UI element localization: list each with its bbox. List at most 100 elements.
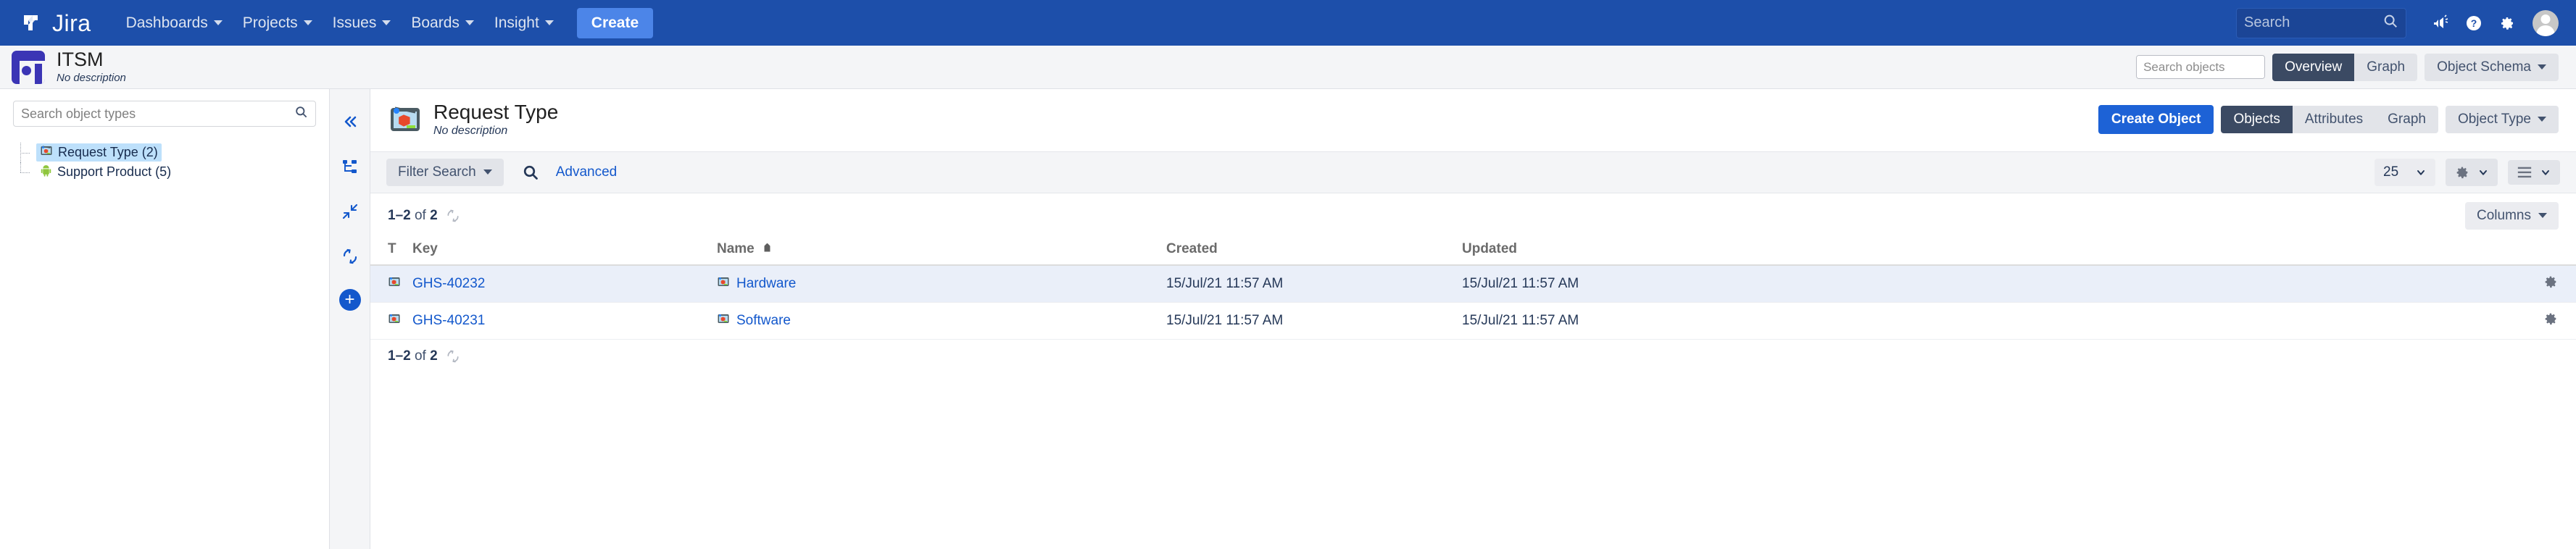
hierarchy-tree-icon[interactable] xyxy=(338,154,362,179)
object-schema-label: Object Schema xyxy=(2437,59,2531,75)
tab-objects[interactable]: Objects xyxy=(2221,105,2293,133)
object-type-icon xyxy=(388,314,401,329)
object-type-tabs: Objects Attributes Graph xyxy=(2221,105,2438,133)
chevron-down-icon xyxy=(2480,169,2487,175)
object-schema-dropdown[interactable]: Object Schema xyxy=(2425,53,2559,81)
column-header-key[interactable]: Key xyxy=(407,236,711,266)
jira-logo[interactable]: Jira xyxy=(20,11,91,35)
refresh-icon[interactable] xyxy=(446,209,460,223)
row-name-cell: Software xyxy=(711,302,1160,340)
add-plus-icon[interactable]: + xyxy=(338,289,361,311)
global-search[interactable] xyxy=(2236,7,2406,38)
tab-overview[interactable]: Overview xyxy=(2272,53,2355,81)
pagination-range: 1–2 xyxy=(388,207,411,223)
collapse-arrows-icon[interactable] xyxy=(338,199,362,224)
object-type-title-group: Request Type No description xyxy=(433,101,558,138)
nav-item-boards[interactable]: Boards xyxy=(401,9,484,38)
tab-graph[interactable]: Graph xyxy=(2354,53,2418,81)
nav-item-label: Dashboards xyxy=(125,14,208,31)
object-key-link[interactable]: GHS-40231 xyxy=(412,313,485,328)
column-header-type[interactable]: T xyxy=(370,236,407,266)
settings-gear-icon[interactable] xyxy=(2490,7,2524,40)
nav-item-label: Issues xyxy=(332,14,377,31)
columns-label: Columns xyxy=(2477,207,2531,223)
pagination-total: 2 xyxy=(430,207,438,223)
object-type-title: Request Type xyxy=(433,101,559,123)
objects-table: T Key Name Created Updated GHS-40232 Har… xyxy=(370,236,2576,340)
page-size-value: 25 xyxy=(2383,164,2399,180)
nav-item-issues[interactable]: Issues xyxy=(323,9,402,38)
search-objects-field[interactable] xyxy=(2136,55,2266,79)
object-key-link[interactable]: GHS-40232 xyxy=(412,276,485,291)
table-header-row: T Key Name Created Updated xyxy=(370,236,2576,266)
collapse-left-icon[interactable] xyxy=(338,109,362,134)
svg-text:?: ? xyxy=(2471,17,2477,29)
column-header-updated[interactable]: Updated xyxy=(1456,236,2525,266)
object-name-link[interactable]: Hardware xyxy=(736,276,796,292)
object-type-tree: Request Type (2) Support Product (5) xyxy=(13,143,316,182)
refresh-icon[interactable] xyxy=(446,349,460,364)
help-icon[interactable]: ? xyxy=(2457,7,2490,40)
column-header-created[interactable]: Created xyxy=(1160,236,1456,266)
row-gear-icon[interactable] xyxy=(2543,313,2559,330)
refresh-icon[interactable] xyxy=(338,244,362,269)
row-actions-cell xyxy=(2525,302,2576,340)
settings-dropdown[interactable] xyxy=(2446,158,2498,186)
megaphone-icon[interactable] xyxy=(2424,7,2457,40)
nav-item-label: Insight xyxy=(494,14,539,31)
side-icon-toolbar: + xyxy=(330,89,370,549)
search-icon xyxy=(2382,13,2398,33)
object-type-icon xyxy=(388,102,423,137)
search-input[interactable] xyxy=(2244,14,2382,31)
nav-item-projects[interactable]: Projects xyxy=(233,9,323,38)
create-button[interactable]: Create xyxy=(576,7,654,38)
create-object-button[interactable]: Create Object xyxy=(2098,104,2214,134)
advanced-search-link[interactable]: Advanced xyxy=(556,164,618,180)
project-header: ITSM No description Overview Graph Objec… xyxy=(0,46,2576,89)
top-nav-right-actions: ? xyxy=(2236,7,2559,40)
avatar[interactable] xyxy=(2533,9,2559,36)
row-actions-cell xyxy=(2525,264,2576,303)
object-name-link[interactable]: Software xyxy=(736,313,791,329)
filter-search-dropdown[interactable]: Filter Search xyxy=(386,158,504,186)
page-title: ITSM xyxy=(57,49,104,71)
row-gear-icon[interactable] xyxy=(2543,276,2559,293)
pagination-summary-bottom: 1–2 of 2 xyxy=(388,348,438,364)
search-objects-input[interactable] xyxy=(2137,56,2265,78)
table-row[interactable]: GHS-40231 Software 15/Jul/21 11:57 AM 15… xyxy=(370,302,2576,340)
search-object-types-field[interactable] xyxy=(13,101,316,127)
sidebar-item-support-product[interactable]: Support Product (5) xyxy=(13,162,316,182)
pagination-of: of xyxy=(410,207,431,223)
object-type-dropdown[interactable]: Object Type xyxy=(2445,105,2559,133)
columns-dropdown[interactable]: Columns xyxy=(2465,201,2559,230)
chevron-down-icon xyxy=(382,20,391,25)
column-header-name-label: Name xyxy=(717,240,755,256)
tab-attributes[interactable]: Attributes xyxy=(2292,105,2376,133)
nav-item-dashboards[interactable]: Dashboards xyxy=(116,9,233,38)
view-mode-dropdown[interactable] xyxy=(2508,159,2560,185)
sidebar-item-request-type[interactable]: Request Type (2) xyxy=(13,143,316,162)
chevron-down-icon xyxy=(2538,117,2546,122)
row-key-cell: GHS-40232 xyxy=(407,264,711,303)
pagination-bottom: 1–2 of 2 xyxy=(370,340,2576,373)
search-icon[interactable] xyxy=(517,159,544,186)
jira-wordmark: Jira xyxy=(52,9,91,36)
column-header-name[interactable]: Name xyxy=(711,236,1160,266)
list-icon xyxy=(2517,167,2532,177)
project-title-group: ITSM No description xyxy=(57,49,126,84)
chevron-down-icon xyxy=(483,169,492,175)
schema-view-toggle: Overview Graph xyxy=(2272,53,2418,81)
chevron-down-icon xyxy=(213,20,223,25)
page-size-select[interactable]: 25 xyxy=(2375,158,2435,186)
search-object-types-input[interactable] xyxy=(21,106,294,122)
table-row[interactable]: GHS-40232 Hardware 15/Jul/21 11:57 AM 15… xyxy=(370,264,2576,303)
nav-item-insight[interactable]: Insight xyxy=(484,9,564,38)
row-type-icon-cell xyxy=(370,264,407,303)
pagination-of: of xyxy=(410,348,431,364)
pagination-total: 2 xyxy=(430,348,438,364)
chevron-down-icon xyxy=(2538,213,2547,219)
object-type-icon xyxy=(40,144,53,161)
tab-graph[interactable]: Graph xyxy=(2375,105,2438,133)
search-icon[interactable] xyxy=(294,105,308,122)
pagination-range: 1–2 xyxy=(388,348,411,364)
